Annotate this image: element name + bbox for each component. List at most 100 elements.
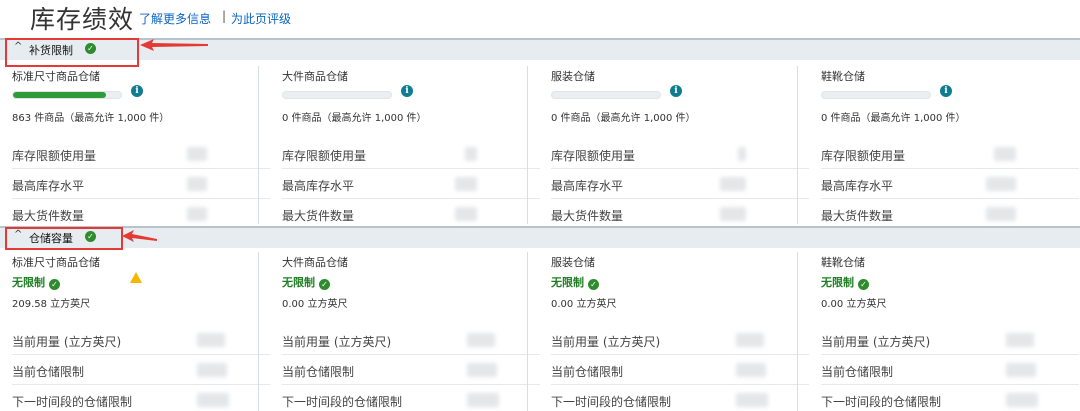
redacted-value [1006,363,1036,377]
metric-row: 库存限额使用量 [282,140,540,169]
warehouse-name: 大件商品仓储 [282,256,348,269]
metric-row: 下一时间段的仓储限制 [282,386,540,411]
metric-row: 当前用量 (立方英尺) [12,326,270,355]
redacted-value [1006,393,1038,407]
metric-row: 当前用量 (立方英尺) [551,326,809,355]
metric-label: 最大货件数量 [12,209,85,223]
column-divider [527,66,528,224]
metric-row: 当前用量 (立方英尺) [282,326,540,355]
metric-row: 库存限额使用量 [12,140,270,169]
page-title: 库存绩效 [30,5,135,34]
redacted-value [736,393,768,407]
metric-row: 最高库存水平 [551,170,809,199]
warehouse-name: 服装仓储 [551,70,595,83]
metric-label: 最高库存水平 [551,179,624,193]
check-circle-icon: ✓ [319,279,330,290]
storage-section-header[interactable]: ^ 仓储容量 ✓ [0,226,1080,248]
redacted-value [455,177,477,191]
metric-label: 下一时间段的仓储限制 [282,395,403,409]
metric-label: 最大货件数量 [821,209,894,223]
metric-row: 最高库存水平 [12,170,270,199]
warehouse-name: 标准尺寸商品仓储 [12,70,100,83]
volume-text: 209.58 立方英尺 [12,299,91,310]
annotation-arrow [140,39,208,51]
redacted-value [455,207,477,221]
info-icon[interactable]: i [401,85,413,97]
utilization-bar-fill [13,92,107,98]
volume-text: 0.00 立方英尺 [551,299,617,310]
redacted-value [736,363,766,377]
redacted-value [187,207,207,221]
metric-label: 库存限额使用量 [12,149,97,163]
metric-label: 最大货件数量 [282,209,355,223]
metric-label: 当前仓储限制 [12,365,85,379]
restock-column: 大件商品仓储 i 0 件商品（最高允许 1,000 件） 库存限额使用量 最高库存水平最… [270,62,540,229]
metric-label: 当前用量 (立方英尺) [282,335,392,349]
metric-row: 最大货件数量 [12,200,270,229]
column-divider [797,66,798,224]
volume-text: 0.00 立方英尺 [821,299,887,310]
metric-row: 下一时间段的仓储限制 [551,386,809,411]
restock-column: 标准尺寸商品仓储 i 863 件商品（最高允许 1,000 件） 库存限额使用量 最高库… [0,62,270,229]
metric-label: 当前仓储限制 [282,365,355,379]
metric-row: 最大货件数量 [821,200,1079,229]
metric-label: 最高库存水平 [821,179,894,193]
metric-label: 下一时间段的仓储限制 [821,395,942,409]
column-divider [797,252,798,411]
utilization-bar [821,91,931,99]
storage-column: 鞋靴仓储 无限制 ✓ 0.00 立方英尺 当前用量 (立方英尺) 当前仓储限制 下一时间段的… [809,248,1079,411]
metric-row: 最大货件数量 [282,200,540,229]
annotation-box [5,227,123,250]
page-header: 库存绩效 了解更多信息 | 为此页评级 [0,0,1080,38]
unlimited-status: 无限制 ✓ [12,274,60,290]
metric-row: 库存限额使用量 [821,140,1079,169]
metric-label: 当前用量 (立方英尺) [551,335,661,349]
metric-row: 当前仓储限制 [821,356,1079,385]
unlimited-status-label: 无限制 [12,276,45,289]
redacted-value [197,363,227,377]
unlimited-status-label: 无限制 [551,276,584,289]
annotation-arrow [122,230,157,242]
warning-icon [130,272,142,283]
redacted-value [197,393,229,407]
check-circle-icon: ✓ [858,279,869,290]
unlimited-status-label: 无限制 [282,276,315,289]
redacted-value [467,333,495,347]
warehouse-name: 标准尺寸商品仓储 [12,256,100,269]
item-count-text: 0 件商品（最高允许 1,000 件） [821,113,966,124]
item-count-text: 0 件商品（最高允许 1,000 件） [551,113,696,124]
metric-row: 最高库存水平 [282,170,540,199]
metric-label: 当前用量 (立方英尺) [821,335,931,349]
rate-page-link[interactable]: 为此页评级 [231,10,291,27]
redacted-value [994,147,1016,161]
redacted-value [467,363,497,377]
redacted-value [197,333,225,347]
volume-text: 0.00 立方英尺 [282,299,348,310]
learn-more-link[interactable]: 了解更多信息 [139,10,211,27]
check-circle-icon: ✓ [49,279,60,290]
redacted-value [986,177,1016,191]
warehouse-name: 大件商品仓储 [282,70,348,83]
redacted-value [465,147,477,161]
warehouse-name: 鞋靴仓储 [821,256,865,269]
info-icon[interactable]: i [670,85,682,97]
metric-row: 当前用量 (立方英尺) [821,326,1079,355]
metric-label: 当前仓储限制 [821,365,894,379]
redacted-value [738,147,746,161]
metric-label: 当前用量 (立方英尺) [12,335,122,349]
redacted-value [187,177,207,191]
storage-column: 标准尺寸商品仓储 无限制 ✓ 209.58 立方英尺当前用量 (立方英尺) 当前仓储限制… [0,248,270,411]
utilization-bar [551,91,661,99]
metric-label: 最大货件数量 [551,209,624,223]
info-icon[interactable]: i [131,85,143,97]
metric-label: 最高库存水平 [12,179,85,193]
redacted-value [986,207,1016,221]
metric-label: 库存限额使用量 [551,149,636,163]
warehouse-name: 鞋靴仓储 [821,70,865,83]
column-divider [258,66,259,224]
item-count-text: 863 件商品（最高允许 1,000 件） [12,113,170,124]
metric-row: 当前仓储限制 [12,356,270,385]
metric-row: 最高库存水平 [821,170,1079,199]
info-icon[interactable]: i [940,85,952,97]
warehouse-name: 服装仓储 [551,256,595,269]
